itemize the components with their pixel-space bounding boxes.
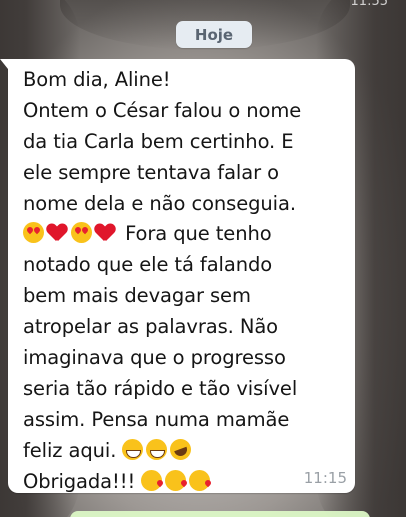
date-divider: Hoje — [176, 21, 252, 48]
message-line: Bom dia, Aline! — [23, 68, 171, 91]
message-line-emoji: feliz aqui. — [23, 435, 345, 467]
message-line-emoji: Obrigada!!! — [23, 467, 345, 498]
message-line: assim. Pensa numa mamãe — [23, 407, 290, 431]
message-line: notado que ele tá falando — [23, 253, 273, 277]
red-heart-emoji — [47, 224, 67, 242]
message-line: atropelar as palavras. Não — [23, 315, 279, 339]
message-line-text: Obrigada!!! — [23, 469, 136, 493]
heart-eyes-emoji — [71, 222, 92, 244]
kissing-heart-emoji — [141, 469, 163, 491]
heart-eyes-emoji — [23, 222, 44, 244]
message-line: seria tão rápido e tão visível — [23, 376, 298, 400]
message-line: bem mais devagar sem — [23, 284, 251, 308]
bubble-tail — [0, 59, 8, 69]
rofl-emoji — [167, 435, 195, 463]
status-bar-time: 11:55 — [350, 0, 388, 9]
message-line-emoji: Fora que tenho — [23, 219, 345, 250]
message-line: imaginava que o progresso — [23, 346, 286, 370]
message-line: ele sempre tentava falar o — [23, 160, 279, 184]
grinning-emoji — [122, 438, 144, 460]
message-line-text: Fora que tenho — [125, 222, 272, 246]
chat-screen: 11:55 Hoje Bom dia, Aline! Ontem o César… — [0, 0, 406, 517]
message-line: nome dela e não conseguia. — [23, 191, 296, 215]
message-line-text: feliz aqui. — [23, 438, 117, 462]
kissing-heart-emoji — [165, 469, 187, 491]
grinning-emoji — [146, 438, 168, 460]
message-line: da tia Carla bem certinho. E — [23, 129, 294, 153]
outgoing-message-bubble-partial[interactable] — [70, 511, 370, 517]
kissing-heart-emoji — [189, 469, 211, 491]
incoming-message-bubble[interactable]: Bom dia, Aline! Ontem o César falou o no… — [0, 59, 355, 493]
red-heart-emoji — [95, 224, 115, 242]
message-line: Ontem o César falou o nome — [23, 98, 302, 122]
message-timestamp: 11:15 — [303, 469, 347, 487]
